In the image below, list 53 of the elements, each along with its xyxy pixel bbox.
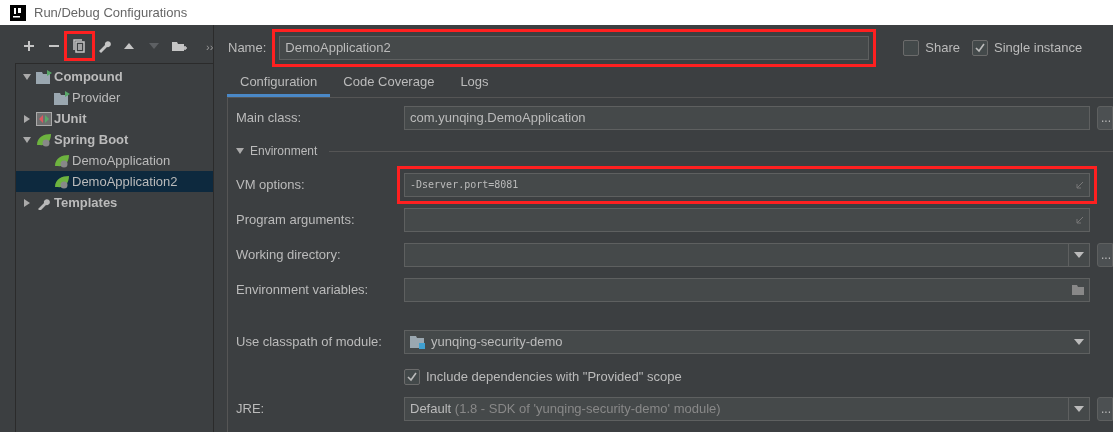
copy-icon[interactable] <box>71 38 88 54</box>
tree-item[interactable]: Provider <box>16 87 213 108</box>
folder-icon <box>36 69 52 84</box>
name-label: Name: <box>228 38 267 57</box>
spring-leaf-icon <box>54 174 70 189</box>
input-field[interactable] <box>404 207 1090 232</box>
tab[interactable]: Logs <box>447 70 502 97</box>
browse-button[interactable]: ... <box>1097 396 1113 421</box>
checkbox[interactable] <box>404 368 420 385</box>
field-label: VM options: <box>236 175 306 194</box>
tree-item[interactable]: Compound <box>16 66 213 87</box>
field-label: Main class: <box>236 108 303 127</box>
field-label: Program arguments: <box>236 210 356 229</box>
checkbox[interactable] <box>972 39 988 56</box>
folder-icon <box>54 90 70 105</box>
field-label: Environment variables: <box>236 280 370 299</box>
field-label: Working directory: <box>236 245 342 264</box>
expanded-arrow-icon[interactable] <box>236 147 244 155</box>
tree-item[interactable]: Templates <box>16 192 213 213</box>
field-label: JRE: <box>236 399 266 418</box>
tree-item[interactable]: JUnit <box>16 108 213 129</box>
dropdown-arrow-icon[interactable] <box>1074 339 1084 345</box>
tab[interactable]: Code Coverage <box>330 70 448 97</box>
spring-leaf-icon <box>54 153 70 168</box>
expand-toggle[interactable]: ›› <box>206 39 218 56</box>
spring-leaf-icon <box>36 132 52 147</box>
field-label: Use classpath of module: <box>236 333 383 352</box>
folder-icon[interactable] <box>1072 284 1084 295</box>
option-label: Single instance <box>994 38 1083 57</box>
expanded-arrow-icon[interactable] <box>20 71 34 82</box>
module-dropdown[interactable]: yunqing-security-demo <box>404 330 1090 354</box>
dropdown-arrow-icon[interactable] <box>1074 251 1084 258</box>
module-folder-icon <box>410 335 426 349</box>
tree-item[interactable]: DemoApplication2 <box>16 171 213 192</box>
dropdown-arrow-icon[interactable] <box>1074 405 1084 412</box>
tree-item[interactable]: DemoApplication <box>16 150 213 171</box>
section-title[interactable]: Environment <box>250 142 318 160</box>
browse-button[interactable]: ... <box>1097 242 1113 267</box>
option-label: Share <box>925 38 960 57</box>
browse-button[interactable]: ... <box>1097 105 1113 130</box>
name-field[interactable]: DemoApplication2 <box>279 35 870 60</box>
tab[interactable]: Configuration <box>227 70 331 97</box>
checkbox[interactable] <box>903 39 920 56</box>
window-title: Run/Debug Configurations <box>34 3 188 22</box>
tree-item[interactable]: Spring Boot <box>16 129 213 150</box>
app-logo-icon <box>10 4 26 21</box>
combo-box[interactable]: Default (1.8 - SDK of 'yunqing-security-demo' module) <box>404 396 1090 421</box>
input-field[interactable]: -Dserver.port=8081 <box>404 172 1090 197</box>
input-field[interactable]: com.yunqing.DemoApplication <box>404 105 1090 130</box>
input-field[interactable] <box>404 277 1090 302</box>
junit-icon <box>36 111 52 126</box>
checkbox-label: Include dependencies with "Provided" scope <box>426 367 682 386</box>
expanded-arrow-icon[interactable] <box>20 134 34 145</box>
